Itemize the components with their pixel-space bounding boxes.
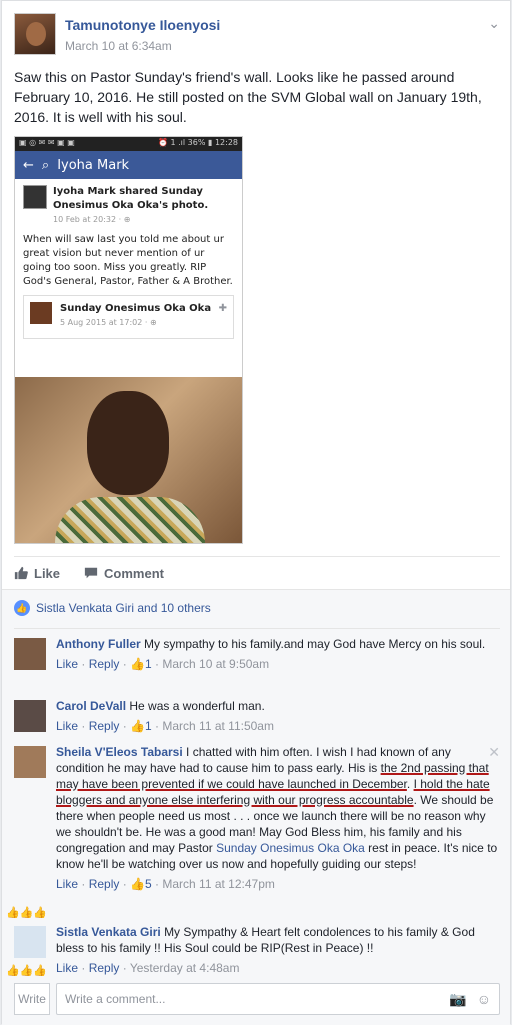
comment-reply-link[interactable]: Reply — [89, 961, 120, 975]
divider — [14, 556, 500, 557]
comment-text-part: . — [406, 777, 414, 791]
commenter-avatar[interactable] — [14, 638, 46, 670]
comment-input[interactable]: Write a comment... 📷 ☺ — [56, 983, 500, 1015]
shared-avatar — [30, 302, 52, 324]
shared-time: 5 Aug 2015 at 17:02 · ⊕ — [60, 318, 157, 327]
commenter-name[interactable]: Anthony Fuller — [56, 637, 141, 651]
portrait-photo — [15, 377, 242, 543]
inner-shared-box: Sunday Onesimus Oka Oka 5 Aug 2015 at 17… — [23, 295, 234, 339]
comment-reply-link[interactable]: Reply — [89, 657, 120, 671]
commenter-name[interactable]: Sheila V'Eleos Tabarsi — [56, 745, 183, 759]
chevron-down-icon[interactable]: ⌄ — [488, 15, 500, 32]
shared-screenshot[interactable]: ▣ ◎ ✉ ✉ ▣ ▣ ⏰ 1 .ıl 36% ▮ 12:28 ← ⌕ Iyoh… — [14, 136, 243, 544]
comment-time[interactable]: March 11 at 12:47pm — [162, 877, 275, 891]
comment-reply-link[interactable]: Reply — [89, 719, 120, 733]
write-label: Write — [14, 983, 50, 1015]
thumbs-up-icon[interactable]: 👍 — [130, 657, 145, 671]
thumbs-up-icon: 👍👍👍 — [6, 965, 48, 977]
comment-button[interactable]: Comment — [84, 561, 164, 585]
comment-placeholder: Write a comment... — [65, 992, 166, 1006]
close-icon[interactable]: ✕ — [488, 744, 500, 760]
comment-like-link[interactable]: Like — [56, 719, 78, 733]
comment-item: Sistla Venkata Giri My Sympathy & Heart … — [14, 924, 500, 976]
phone-search-bar: ← ⌕ Iyoha Mark — [15, 151, 242, 179]
inner-text: When will saw last you told me about ur … — [23, 234, 233, 287]
comment-time[interactable]: Yesterday at 4:48am — [130, 961, 240, 975]
comment-like-count[interactable]: 5 — [145, 877, 152, 891]
inner-avatar — [23, 185, 47, 209]
comment-icon — [84, 567, 98, 579]
status-icons-right: ⏰ 1 .ıl 36% ▮ 12:28 — [158, 138, 238, 147]
comment-like-link[interactable]: Like — [56, 657, 78, 671]
shared-name: Sunday Onesimus Oka Oka — [60, 303, 212, 314]
comment-composer: Write Write a comment... 📷 ☺ — [14, 983, 500, 1015]
comment-time[interactable]: March 11 at 11:50am — [162, 719, 274, 733]
mention-link[interactable]: Sunday Onesimus Oka Oka — [216, 841, 365, 855]
author-name[interactable]: Tamunotonye Iloenyosi — [65, 17, 220, 33]
comment-like-link[interactable]: Like — [56, 877, 78, 891]
add-friend-icon: ✚ — [218, 303, 227, 314]
portrait-face — [87, 391, 169, 495]
portrait-shirt — [55, 497, 205, 543]
thumbs-up-icon: 👍👍👍 — [6, 907, 48, 919]
like-button[interactable]: Like — [14, 561, 60, 585]
thumbs-up-icon[interactable]: 👍 — [130, 719, 145, 733]
comment-time[interactable]: March 10 at 9:50am — [162, 657, 269, 671]
camera-icon[interactable]: 📷 — [449, 991, 466, 1008]
back-arrow-icon: ← — [23, 157, 34, 173]
comments-area: 👍 Sistla Venkata Giri and 10 others Anth… — [2, 589, 510, 1025]
commenter-name[interactable]: Carol DeVall — [56, 699, 126, 713]
comment-item: ✕ Sheila V'Eleos Tabarsi I chatted with … — [14, 744, 500, 892]
commenter-avatar[interactable] — [14, 700, 46, 732]
comment-item: Anthony Fuller My sympathy to his family… — [14, 636, 500, 672]
comment-meta: Like · Reply · Yesterday at 4:48am — [56, 961, 240, 975]
post-text: Saw this on Pastor Sunday's friend's wal… — [14, 69, 482, 125]
phone-status-bar: ▣ ◎ ✉ ✉ ▣ ▣ ⏰ 1 .ıl 36% ▮ 12:28 — [15, 137, 242, 151]
likers-text: Sistla Venkata Giri and 10 others — [36, 601, 211, 615]
author-avatar[interactable] — [14, 13, 56, 55]
comment-like-count[interactable]: 1 — [145, 657, 152, 671]
likers-summary[interactable]: 👍 Sistla Venkata Giri and 10 others — [14, 600, 211, 616]
comment-item: Carol DeVall He was a wonderful man. Lik… — [14, 698, 500, 734]
emoji-icon[interactable]: ☺ — [477, 991, 491, 1008]
commenter-avatar[interactable] — [14, 746, 46, 778]
post-card: Tamunotonye Iloenyosi March 10 at 6:34am… — [1, 0, 511, 1025]
inner-post: Iyoha Mark shared Sunday Onesimus Oka Ok… — [15, 179, 242, 345]
status-icons-left: ▣ ◎ ✉ ✉ ▣ ▣ — [19, 138, 75, 147]
search-icon: ⌕ — [41, 157, 50, 173]
post-header: Tamunotonye Iloenyosi March 10 at 6:34am… — [14, 13, 500, 57]
comment-like-link[interactable]: Like — [56, 961, 78, 975]
thumbs-up-icon — [14, 566, 28, 580]
comment-text: He was a wonderful man. — [129, 699, 265, 713]
commenter-name[interactable]: Sistla Venkata Giri — [56, 925, 161, 939]
inner-post-header: Iyoha Mark shared Sunday Onesimus Oka Ok… — [23, 185, 234, 227]
thumbs-up-icon[interactable]: 👍 — [130, 877, 145, 891]
comment-label: Comment — [104, 565, 164, 581]
like-label: Like — [34, 565, 61, 581]
commenter-avatar[interactable] — [14, 926, 46, 958]
divider — [14, 628, 500, 629]
comment-meta: Like · Reply · 👍5 · March 11 at 12:47pm — [56, 877, 275, 891]
comment-text: My sympathy to his family.and may God ha… — [144, 637, 486, 651]
comment-reply-link[interactable]: Reply — [89, 877, 120, 891]
inner-time: 10 Feb at 20:32 · ⊕ — [53, 215, 131, 224]
comment-meta: Like · Reply · 👍1 · March 10 at 9:50am — [56, 657, 270, 671]
post-actions: Like Comment — [14, 561, 500, 585]
comment-like-count[interactable]: 1 — [145, 719, 152, 733]
inner-author-line: Iyoha Mark shared Sunday Onesimus Oka Ok… — [53, 186, 209, 211]
post-timestamp[interactable]: March 10 at 6:34am — [65, 39, 172, 53]
search-query: Iyoha Mark — [57, 157, 130, 173]
comment-meta: Like · Reply · 👍1 · March 11 at 11:50am — [56, 719, 274, 733]
like-reaction-icon: 👍 — [14, 600, 30, 616]
